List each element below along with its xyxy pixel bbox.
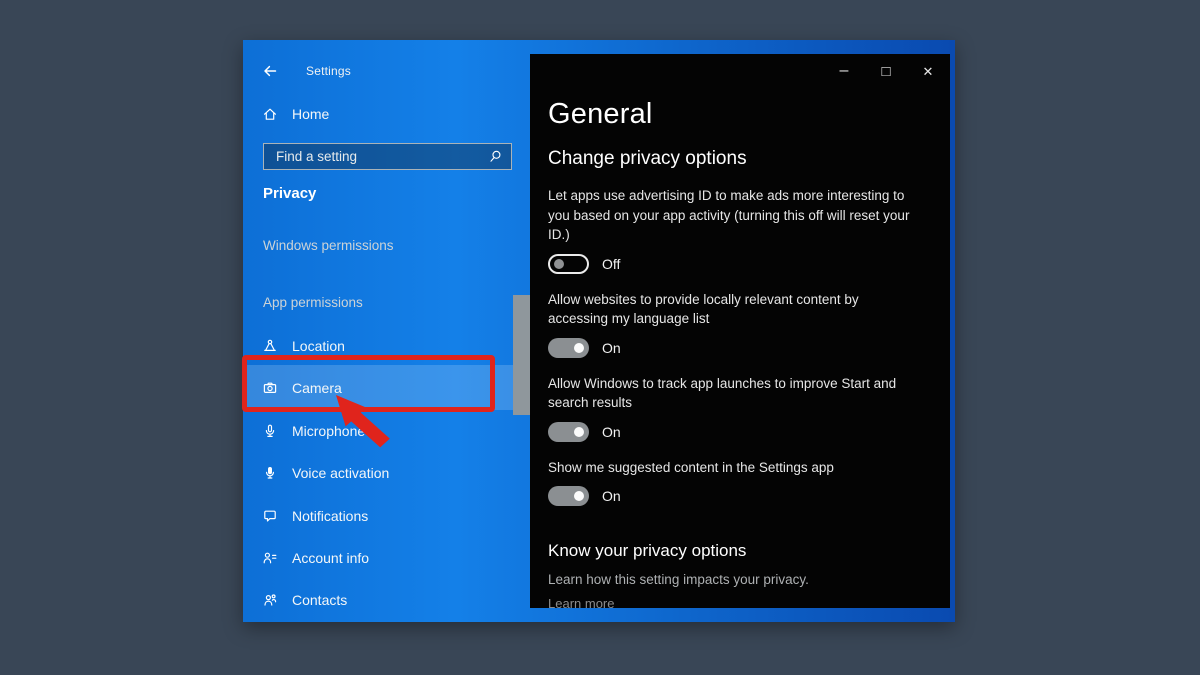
sidebar-header: Settings <box>247 57 530 85</box>
app-launch-tracking-toggle[interactable] <box>548 422 589 442</box>
toggle-state-label: On <box>602 424 621 440</box>
microphone-icon <box>262 423 278 439</box>
setting-advertising-id: Let apps use advertising ID to make ads … <box>548 186 922 275</box>
know-subtitle: Learn how this setting impacts your priv… <box>548 571 922 589</box>
sidebar-item-label: Voice activation <box>292 465 389 481</box>
sidebar-item-camera[interactable]: Camera <box>247 365 530 410</box>
contacts-icon <box>262 592 278 608</box>
sidebar-item-notifications[interactable]: Notifications <box>247 496 530 536</box>
setting-description: Let apps use advertising ID to make ads … <box>548 186 922 245</box>
know-title: Know your privacy options <box>548 540 922 562</box>
app-title: Settings <box>306 64 351 78</box>
toggle-knob <box>554 259 564 269</box>
sidebar-item-voice-activation[interactable]: Voice activation <box>247 453 530 493</box>
toggle-knob <box>574 491 584 501</box>
search-icon[interactable] <box>488 149 503 164</box>
toggle-knob <box>574 343 584 353</box>
search-box[interactable] <box>263 143 512 170</box>
back-icon[interactable] <box>262 63 278 79</box>
sidebar-section-app-permissions[interactable]: App permissions <box>263 295 363 310</box>
toggle-state-label: On <box>602 488 621 504</box>
setting-description: Show me suggested content in the Setting… <box>548 458 922 478</box>
maximize-button[interactable]: □ <box>872 60 900 82</box>
setting-description: Allow Windows to track app launches to i… <box>548 374 922 413</box>
page-title: General <box>548 98 922 130</box>
toggle-state-label: On <box>602 340 621 356</box>
main-panel: – □ ✕ General Change privacy options Let… <box>530 54 950 608</box>
suggested-content-toggle[interactable] <box>548 486 589 506</box>
close-button[interactable]: ✕ <box>914 60 942 82</box>
sidebar-item-label: Location <box>292 338 345 354</box>
sidebar-item-home[interactable]: Home <box>247 94 530 134</box>
sidebar-item-location[interactable]: Location <box>247 326 530 366</box>
language-list-toggle[interactable] <box>548 338 589 358</box>
sidebar-item-account-info[interactable]: Account info <box>247 538 530 578</box>
sidebar-item-label: Notifications <box>292 508 368 524</box>
camera-icon <box>262 380 278 396</box>
account-info-icon <box>262 550 278 566</box>
sidebar-item-contacts[interactable]: Contacts <box>247 580 530 608</box>
setting-description: Allow websites to provide locally releva… <box>548 290 922 329</box>
section-title: Change privacy options <box>548 147 922 171</box>
advertising-id-toggle[interactable] <box>548 254 589 274</box>
desktop-background: Settings Home Privacy Windows p <box>0 0 1200 675</box>
sidebar-scrollbar-thumb[interactable] <box>513 295 530 415</box>
sidebar-item-label: Home <box>292 106 329 122</box>
setting-suggested-content: Show me suggested content in the Setting… <box>548 458 922 508</box>
sidebar-item-label: Contacts <box>292 592 347 608</box>
notifications-icon <box>262 508 278 524</box>
sidebar-section-windows-permissions[interactable]: Windows permissions <box>263 238 394 253</box>
sidebar-scrollbar[interactable] <box>513 54 530 608</box>
know-your-privacy-options: Know your privacy options Learn how this… <box>548 540 922 608</box>
search-input[interactable] <box>274 148 488 165</box>
learn-more-link[interactable]: Learn more <box>548 595 922 608</box>
minimize-button[interactable]: – <box>830 60 858 82</box>
home-icon <box>262 106 278 122</box>
sidebar-item-label: Account info <box>292 550 369 566</box>
toggle-state-label: Off <box>602 256 620 272</box>
sidebar: Settings Home Privacy Windows p <box>247 54 530 608</box>
toggle-knob <box>574 427 584 437</box>
voice-activation-icon <box>262 465 278 481</box>
settings-window: Settings Home Privacy Windows p <box>243 40 955 622</box>
setting-app-launches: Allow Windows to track app launches to i… <box>548 374 922 443</box>
sidebar-item-label: Camera <box>292 380 342 396</box>
window-controls: – □ ✕ <box>830 60 942 82</box>
sidebar-item-microphone[interactable]: Microphone <box>247 411 530 451</box>
category-heading: Privacy <box>263 185 316 202</box>
setting-language-list: Allow websites to provide locally releva… <box>548 290 922 359</box>
location-icon <box>262 338 278 354</box>
sidebar-item-label: Microphone <box>292 423 365 439</box>
